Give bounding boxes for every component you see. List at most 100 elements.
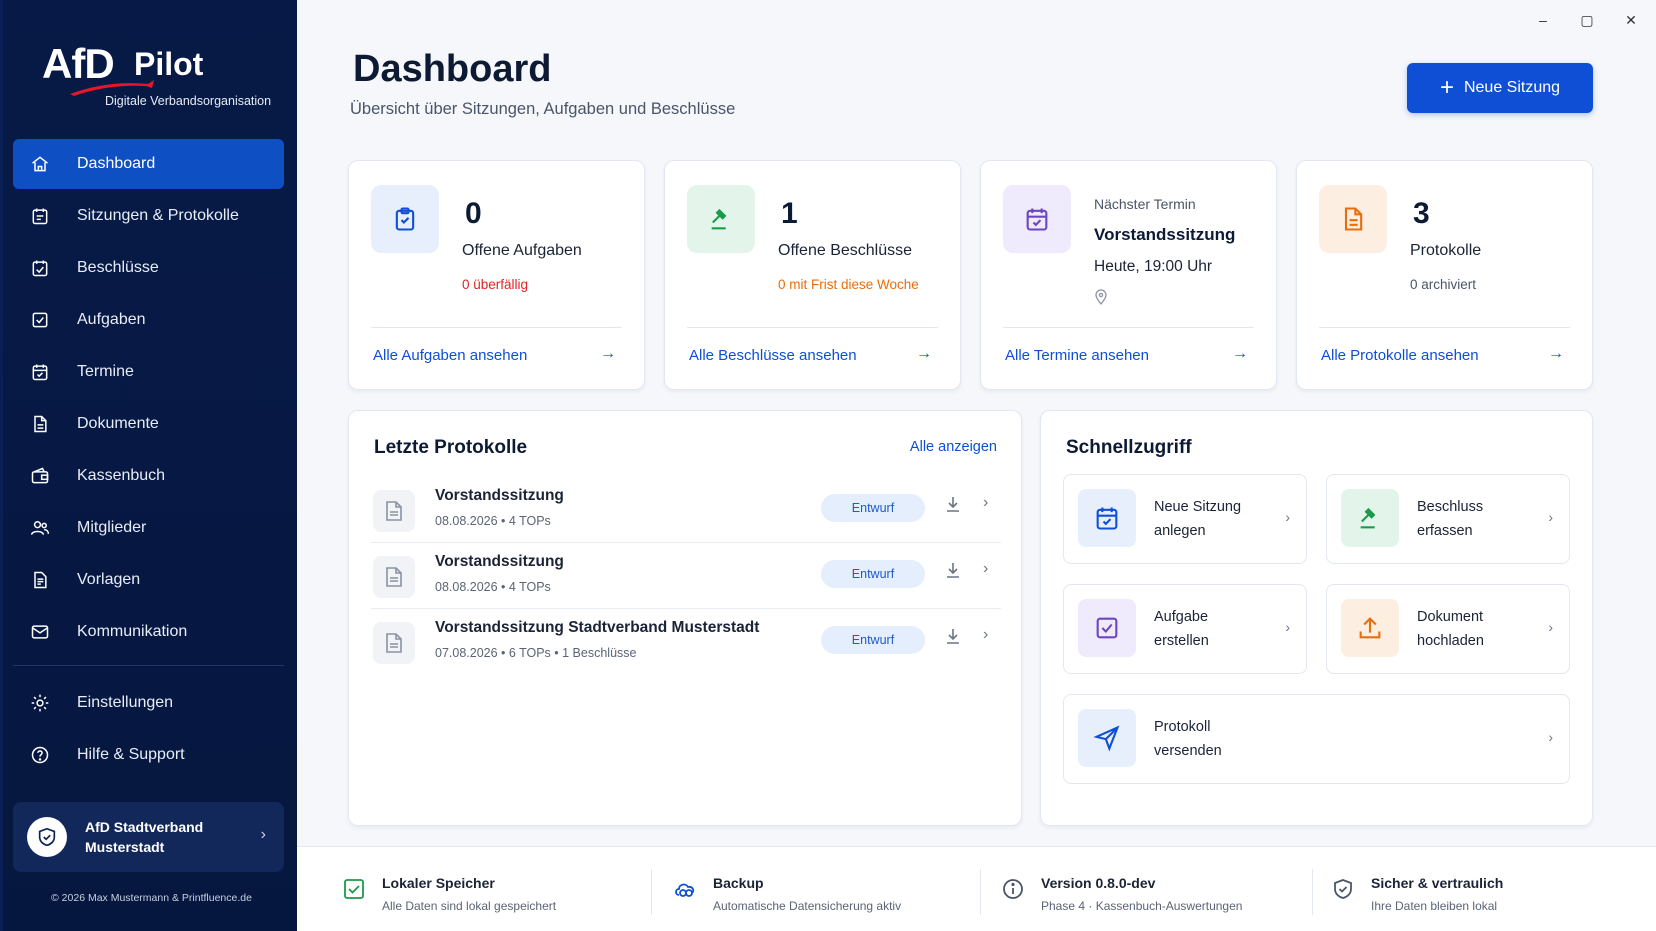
info-icon — [1001, 877, 1025, 901]
quick-label: Neue Sitzung anlegen — [1154, 495, 1284, 543]
checkbox-icon — [342, 877, 366, 901]
home-icon — [29, 153, 51, 175]
open-tasks-count: 0 — [465, 197, 482, 230]
sidebar-item-kassenbuch[interactable]: Kassenbuch — [13, 451, 284, 501]
protocol-name: Vorstandssitzung — [435, 553, 564, 570]
quick-label-line: Aufgabe — [1154, 609, 1209, 625]
stat-label: Offene Aufgaben — [462, 242, 582, 259]
download-icon[interactable] — [945, 561, 963, 581]
organization-switcher[interactable]: AfD Stadtverband Musterstadt › — [13, 802, 284, 872]
quick-new-task[interactable]: Aufgabe erstellen › — [1063, 584, 1307, 674]
organization-name: AfD Stadtverband Musterstadt — [85, 817, 225, 857]
all-decisions-link[interactable]: Alle Beschlüsse ansehen — [689, 347, 857, 364]
stat-label: Protokolle — [1410, 242, 1482, 259]
footer-title: Sicher & vertraulich — [1371, 875, 1504, 891]
stat-label: Offene Beschlüsse — [778, 242, 913, 259]
arrow-right-icon[interactable]: → — [1232, 345, 1248, 363]
footer-divider — [1312, 869, 1313, 915]
footer-sub: Ihre Daten bleiben lokal — [1371, 899, 1498, 913]
protocol-row[interactable]: Vorstandssitzung 08.08.2026 • 4 TOPs Ent… — [371, 543, 1001, 609]
sidebar-item-kommunikation[interactable]: Kommunikation — [13, 607, 284, 657]
document-icon — [373, 490, 415, 532]
chevron-right-icon: › — [1285, 619, 1290, 635]
arrow-right-icon[interactable]: → — [1548, 345, 1564, 363]
show-all-link[interactable]: Alle anzeigen — [910, 439, 997, 455]
all-protocols-link[interactable]: Alle Protokolle ansehen — [1321, 347, 1479, 364]
sidebar-item-hilfe[interactable]: Hilfe & Support — [13, 730, 284, 780]
quick-label-line: Neue Sitzung — [1154, 499, 1242, 515]
panel-title: Schnellzugriff — [1066, 437, 1192, 458]
send-icon — [1078, 709, 1136, 767]
footer-title: Lokaler Speicher — [382, 875, 495, 891]
chevron-right-icon: › — [1548, 509, 1553, 525]
gavel-icon — [687, 185, 755, 253]
arrow-right-icon[interactable]: → — [600, 345, 616, 363]
org-line-2: Musterstadt — [85, 839, 165, 855]
sidebar-item-dokumente[interactable]: Dokumente — [13, 399, 284, 449]
new-session-label: Neue Sitzung — [1463, 79, 1561, 96]
new-session-button[interactable]: + Neue Sitzung — [1407, 63, 1593, 113]
minimize-button[interactable]: – — [1532, 12, 1554, 29]
next-meeting-time: Heute, 19:00 Uhr — [1094, 258, 1213, 275]
brand-tagline: Digitale Verbandsorganisation — [105, 94, 272, 108]
sidebar-item-termine[interactable]: Termine — [13, 347, 284, 397]
sidebar-item-label: Mitglieder — [77, 519, 147, 536]
nav-divider — [13, 665, 284, 666]
chevron-right-icon: › — [1548, 729, 1553, 745]
panel-title: Letzte Protokolle — [374, 437, 528, 458]
archived-count: 0 archiviert — [1410, 277, 1477, 292]
quick-label: Beschluss erfassen — [1417, 495, 1547, 543]
protocols-count: 3 — [1413, 197, 1430, 230]
footer-divider — [980, 869, 981, 915]
brand-logo[interactable]: AfD Pilot Digitale Verbandsorganisation — [40, 40, 280, 110]
close-button[interactable]: ✕ — [1620, 12, 1642, 29]
download-icon[interactable] — [945, 627, 963, 647]
app-window: AfD Pilot Digitale Verbandsorganisation … — [0, 0, 1656, 931]
maximize-button[interactable]: ▢ — [1576, 12, 1598, 29]
sidebar-item-vorlagen[interactable]: Vorlagen — [13, 555, 284, 605]
quick-label: Protokoll versenden — [1154, 715, 1284, 763]
org-line-1: AfD Stadtverband — [85, 819, 204, 835]
sidebar-item-label: Kommunikation — [77, 623, 188, 640]
sidebar-item-dashboard[interactable]: Dashboard — [13, 139, 284, 189]
sidebar-item-mitglieder[interactable]: Mitglieder — [13, 503, 284, 553]
calendar-icon — [29, 361, 51, 383]
download-icon[interactable] — [945, 495, 963, 515]
secondary-nav: Einstellungen Hilfe & Support — [13, 678, 284, 782]
chevron-right-icon[interactable]: › — [983, 494, 988, 512]
template-icon — [29, 569, 51, 591]
stat-card-tasks: 0 Offene Aufgaben 0 überfällig Alle Aufg… — [348, 160, 645, 390]
chevron-right-icon[interactable]: › — [983, 626, 988, 644]
all-events-link[interactable]: Alle Termine ansehen — [1005, 347, 1149, 364]
sidebar-item-beschluesse[interactable]: Beschlüsse — [13, 243, 284, 293]
logo-product: Pilot — [134, 46, 204, 82]
quick-new-decision[interactable]: Beschluss erfassen › — [1326, 474, 1570, 564]
clipboard-check-icon — [371, 185, 439, 253]
arrow-right-icon[interactable]: → — [916, 345, 932, 363]
quick-access-panel: Schnellzugriff Neue Sitzung anlegen › Bes… — [1040, 410, 1593, 826]
quick-send-protocol[interactable]: Protokoll versenden › — [1063, 694, 1570, 784]
quick-upload-document[interactable]: Dokument hochladen › — [1326, 584, 1570, 674]
quick-label-line: Dokument — [1417, 609, 1484, 625]
protocol-row[interactable]: Vorstandssitzung 08.08.2026 • 4 TOPs Ent… — [371, 477, 1001, 543]
quick-label-line: Protokoll — [1154, 719, 1211, 735]
wallet-icon — [29, 465, 51, 487]
sidebar-item-aufgaben[interactable]: Aufgaben — [13, 295, 284, 345]
stat-card-decisions: 1 Offene Beschlüsse 0 mit Frist diese Wo… — [664, 160, 961, 390]
sidebar-item-einstellungen[interactable]: Einstellungen — [13, 678, 284, 728]
calendar-icon — [1078, 489, 1136, 547]
chevron-right-icon[interactable]: › — [983, 560, 988, 578]
chevron-right-icon: › — [260, 826, 266, 843]
sidebar-item-sitzungen[interactable]: Sitzungen & Protokolle — [13, 191, 284, 241]
document-icon — [29, 413, 51, 435]
stat-card-protocols: 3 Protokolle 0 archiviert Alle Protokoll… — [1296, 160, 1593, 390]
chevron-right-icon: › — [1548, 619, 1553, 635]
document-icon — [373, 622, 415, 664]
users-icon — [29, 517, 51, 539]
sidebar-item-label: Aufgaben — [77, 311, 146, 328]
protocol-row[interactable]: Vorstandssitzung Stadtverband Musterstad… — [371, 609, 1001, 675]
sidebar-item-label: Hilfe & Support — [77, 746, 185, 763]
checkbox-icon — [1078, 599, 1136, 657]
quick-new-session[interactable]: Neue Sitzung anlegen › — [1063, 474, 1307, 564]
all-tasks-link[interactable]: Alle Aufgaben ansehen — [373, 347, 527, 364]
